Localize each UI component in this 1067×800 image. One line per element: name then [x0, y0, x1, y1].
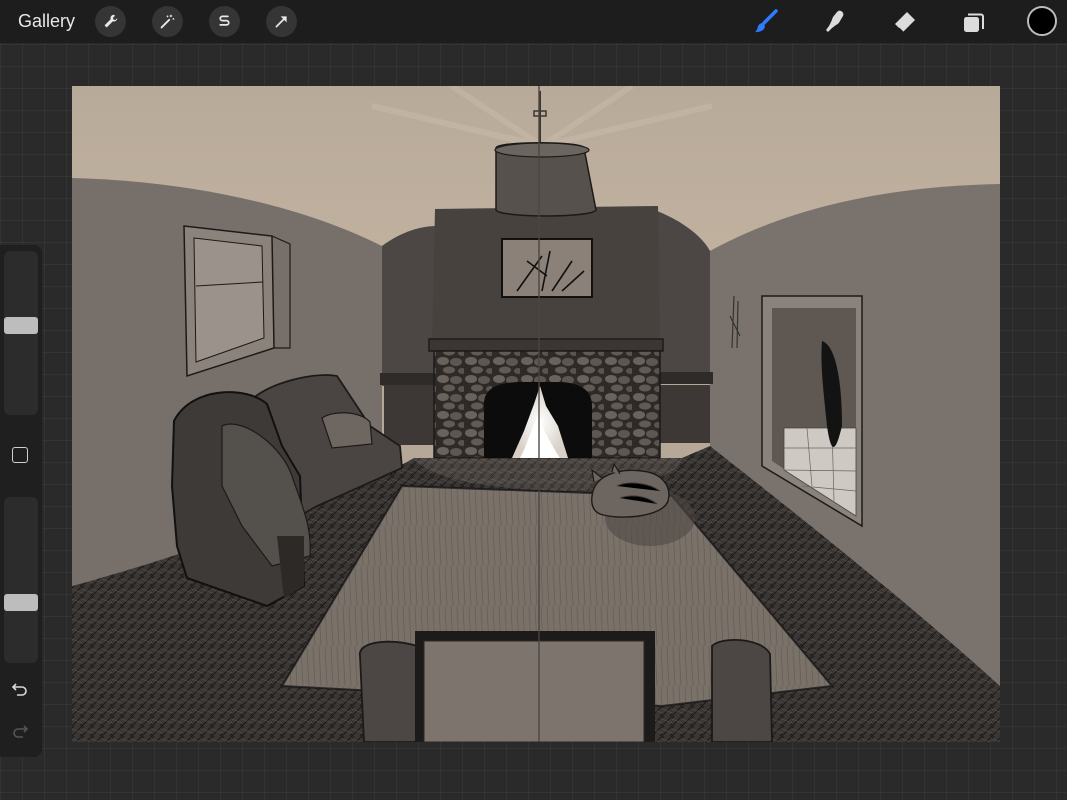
smudge-finger-icon[interactable]	[819, 6, 851, 38]
living-room-artwork	[72, 86, 1000, 742]
brush-size-thumb[interactable]	[4, 317, 38, 335]
opacity-thumb[interactable]	[4, 593, 38, 611]
arrow-cursor-icon[interactable]	[266, 6, 297, 37]
gallery-button[interactable]: Gallery	[18, 11, 75, 32]
color-picker-swatch[interactable]	[1027, 6, 1057, 36]
brush-icon[interactable]	[750, 6, 782, 38]
eraser-icon[interactable]	[888, 6, 920, 38]
selection-s-icon[interactable]	[209, 6, 240, 37]
magic-wand-icon[interactable]	[152, 6, 183, 37]
procreate-app: Gallery	[0, 0, 1067, 800]
top-toolbar: Gallery	[0, 0, 1067, 43]
layers-icon[interactable]	[958, 6, 990, 38]
modify-square-icon[interactable]	[12, 447, 28, 463]
redo-icon[interactable]	[9, 720, 31, 742]
wrench-icon[interactable]	[95, 6, 126, 37]
drawing-canvas[interactable]	[72, 86, 1000, 742]
undo-icon[interactable]	[9, 678, 31, 700]
opacity-slider[interactable]	[4, 497, 38, 663]
left-sidebar	[0, 245, 42, 757]
